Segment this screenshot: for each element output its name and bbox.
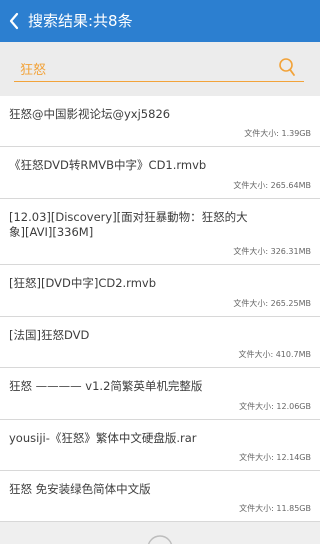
search-value: 狂怒 [20,63,47,78]
list-item[interactable]: [法国]狂怒DVD 文件大小: 410.7MB [0,317,320,368]
chevron-left-icon [9,12,19,30]
list-item[interactable]: 狂怒 免安装绿色简体中文版 文件大小: 11.85GB [0,471,320,522]
list-item[interactable]: [12.03][Discovery][面对狂暴動物：狂怒的大象][AVI][33… [0,199,320,265]
item-name: 《狂怒DVD转RMVB中字》CD1.rmvb [9,158,207,172]
footer-area [0,522,320,544]
item-size: 文件大小: 11.85GB [239,504,311,513]
item-name: yousiji-《狂怒》繁体中文硬盘版.rar [9,431,197,445]
results-list: 狂怒@中国影视论坛@yxj5826 文件大小: 1.39GB 《狂怒DVD转RM… [0,96,320,522]
page-title: 搜索结果:共8条 [28,12,133,30]
list-item[interactable]: 狂怒@中国影视论坛@yxj5826 文件大小: 1.39GB [0,96,320,147]
back-button[interactable] [0,0,28,42]
list-item[interactable]: 《狂怒DVD转RMVB中字》CD1.rmvb 文件大小: 265.64MB [0,147,320,199]
app-screen: 搜索结果:共8条 狂怒 狂怒@中国影视论坛@yxj5826 文件大小: 1.39… [0,0,320,544]
item-size: 文件大小: 12.14GB [239,453,311,462]
item-size: 文件大小: 1.39GB [244,129,311,138]
item-name: 狂怒 免安装绿色简体中文版 [9,482,151,496]
search-area: 狂怒 [0,42,320,96]
item-size: 文件大小: 265.25MB [233,299,311,308]
list-item[interactable]: yousiji-《狂怒》繁体中文硬盘版.rar 文件大小: 12.14GB [0,420,320,471]
header-bar: 搜索结果:共8条 [0,0,320,42]
item-size: 文件大小: 410.7MB [238,350,311,359]
item-size: 文件大小: 265.64MB [233,181,311,190]
item-name: [12.03][Discovery][面对狂暴動物：狂怒的大象][AVI][33… [9,210,248,239]
item-name: [法国]狂怒DVD [9,328,90,342]
loading-icon [148,535,172,544]
item-name: [狂怒][DVD中字]CD2.rmvb [9,276,157,290]
item-name: 狂怒@中国影视论坛@yxj5826 [9,107,171,121]
list-item[interactable]: [狂怒][DVD中字]CD2.rmvb 文件大小: 265.25MB [0,265,320,317]
item-size: 文件大小: 12.06GB [239,402,311,411]
search-input[interactable]: 狂怒 [14,55,304,82]
item-name: 狂怒 ———— v1.2简繁英单机完整版 [9,379,203,393]
search-icon[interactable] [278,57,296,77]
item-size: 文件大小: 326.31MB [233,247,311,256]
list-item[interactable]: 狂怒 ———— v1.2简繁英单机完整版 文件大小: 12.06GB [0,368,320,420]
